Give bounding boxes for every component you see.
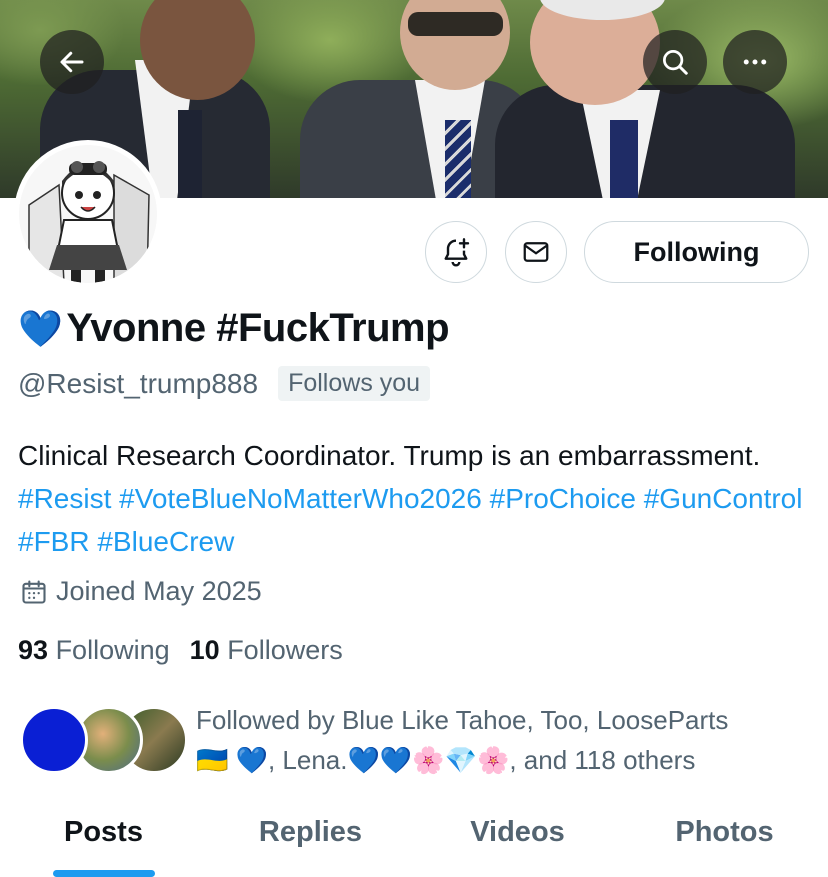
profile-avatar[interactable] xyxy=(14,140,162,288)
name-heart-emoji: 💙 xyxy=(18,307,63,349)
more-button[interactable] xyxy=(723,30,787,94)
active-tab-indicator xyxy=(52,870,155,877)
profile-tabs: Posts Replies Videos Photos xyxy=(0,798,828,877)
tab-replies[interactable]: Replies xyxy=(207,798,414,877)
notifications-subscribe-button[interactable] xyxy=(425,221,487,283)
bell-plus-icon xyxy=(444,238,470,267)
follower-avatar-1 xyxy=(20,706,88,774)
following-button[interactable]: Following xyxy=(584,221,809,283)
followed-by-line-1: Followed by Blue Like Tahoe, Too, LooseP… xyxy=(196,705,729,735)
following-label: Following xyxy=(55,635,170,665)
calendar-icon xyxy=(22,579,46,604)
search-icon xyxy=(663,50,688,75)
tab-videos-label: Videos xyxy=(470,816,565,848)
avatar-image xyxy=(19,145,157,283)
followers-label: Followers xyxy=(227,635,343,665)
profile-bio: Clinical Research Coordinator. Trump is … xyxy=(18,434,818,563)
envelope-icon xyxy=(523,242,549,262)
hashtag-link[interactable]: #Resist xyxy=(18,483,111,514)
tab-posts-label: Posts xyxy=(64,816,143,848)
hashtag-link[interactable]: #GunControl xyxy=(644,483,803,514)
display-name: 💙 Yvonne #FuckTrump xyxy=(18,306,450,351)
followed-by-text: Followed by Blue Like Tahoe, Too, LooseP… xyxy=(196,700,816,780)
followed-by-line-2: 🇺🇦 💙, Lena.💙💙🌸💎🌸, and 118 others xyxy=(196,745,696,775)
back-button[interactable] xyxy=(40,30,104,94)
more-icon xyxy=(743,59,767,65)
followers-stat[interactable]: 10 Followers xyxy=(190,635,343,666)
hashtag-link[interactable]: #ProChoice xyxy=(490,483,636,514)
bio-text: Clinical Research Coordinator. Trump is … xyxy=(18,440,761,471)
display-name-text: Yvonne #FuckTrump xyxy=(66,306,450,350)
following-stat[interactable]: 93 Following xyxy=(18,635,170,666)
tab-posts[interactable]: Posts xyxy=(0,798,207,877)
handle-row: @Resist_trump888 Follows you xyxy=(18,366,431,401)
followed-by-section[interactable]: Followed by Blue Like Tahoe, Too, LooseP… xyxy=(20,700,820,780)
tab-videos[interactable]: Videos xyxy=(414,798,621,877)
follows-you-badge: Follows you xyxy=(278,366,431,401)
user-handle: @Resist_trump888 xyxy=(18,367,259,399)
joined-date: Joined May 2025 xyxy=(20,576,262,607)
hashtag-link[interactable]: #VoteBlueNoMatterWho2026 xyxy=(119,483,482,514)
followers-count: 10 xyxy=(189,635,220,665)
joined-text: Joined May 2025 xyxy=(56,576,262,606)
hashtag-link[interactable]: #FBR xyxy=(18,526,90,557)
hashtag-link[interactable]: #BlueCrew xyxy=(97,526,234,557)
follow-stats: 93 Following 10 Followers xyxy=(18,635,343,666)
tab-photos[interactable]: Photos xyxy=(621,798,828,877)
tab-photos-label: Photos xyxy=(675,816,774,848)
message-button[interactable] xyxy=(505,221,567,283)
tab-replies-label: Replies xyxy=(258,816,363,848)
back-arrow-icon xyxy=(60,51,84,73)
following-count: 93 xyxy=(18,635,49,665)
search-button[interactable] xyxy=(643,30,707,94)
